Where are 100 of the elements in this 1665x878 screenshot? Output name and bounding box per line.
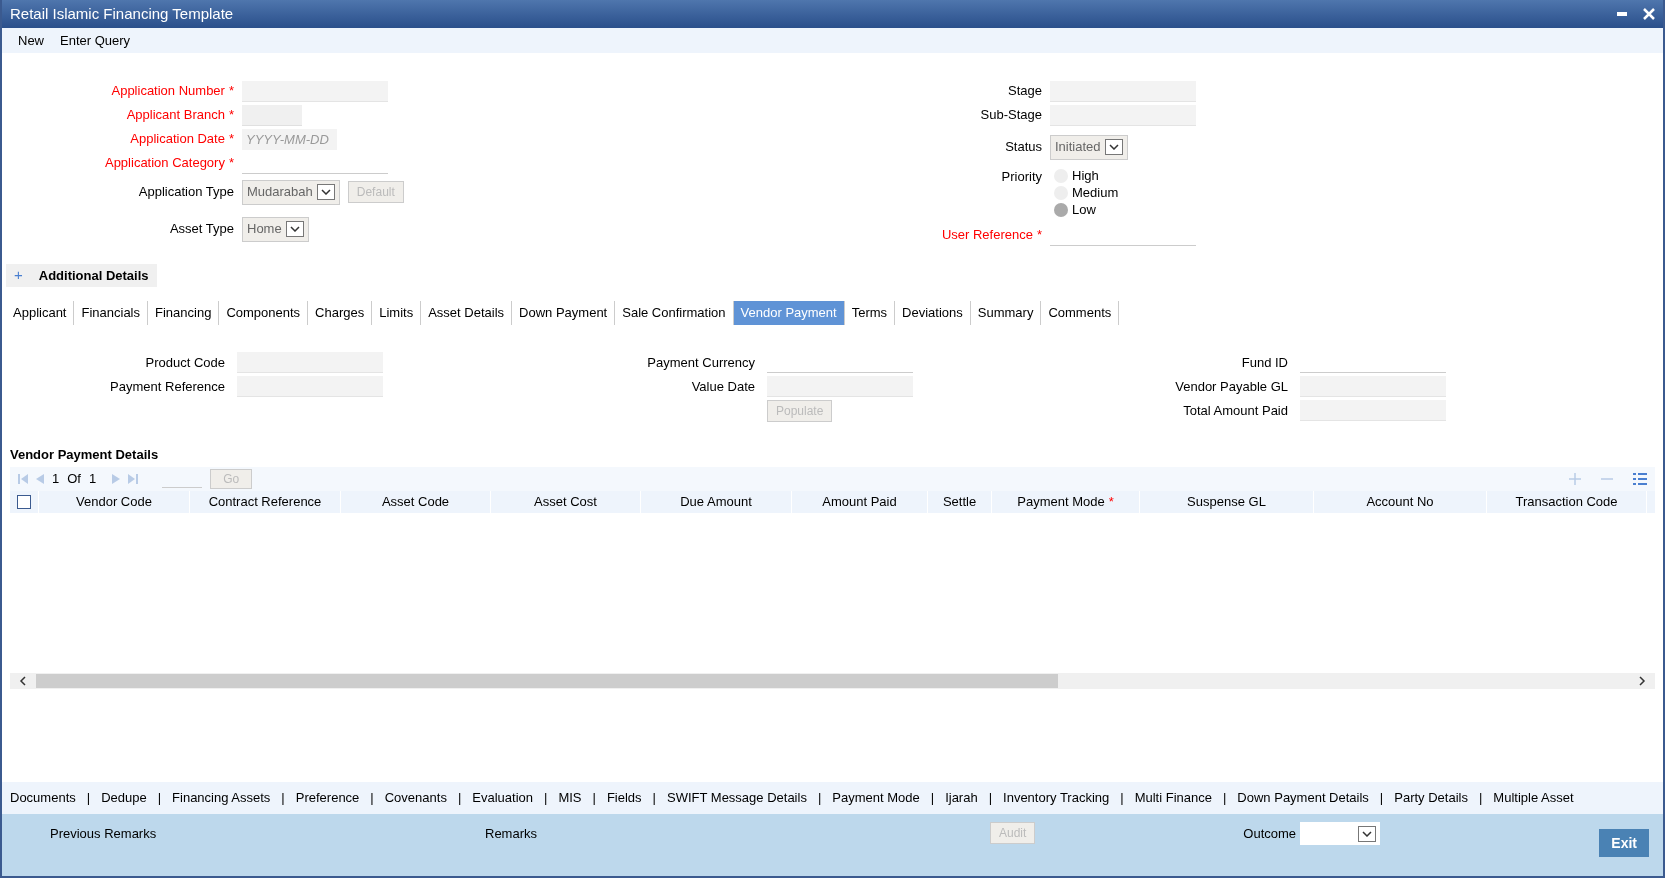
dropdown-caret-icon[interactable]: [1104, 139, 1123, 155]
column-header: Contract Reference: [208, 492, 322, 511]
required-mark: *: [228, 154, 234, 173]
footer-link[interactable]: Covenants: [384, 788, 447, 808]
footer-link[interactable]: Multiple Asset: [1493, 788, 1574, 808]
outcome-label: Outcome: [1243, 825, 1297, 843]
footer-link[interactable]: Party Details: [1394, 788, 1468, 808]
required-mark: *: [1108, 492, 1114, 511]
additional-details-toggle[interactable]: + Additional Details: [6, 264, 157, 287]
radio-button[interactable]: [1054, 202, 1068, 217]
input-field[interactable]: [237, 376, 383, 397]
required-mark: *: [228, 82, 234, 101]
tab[interactable]: Applicant: [6, 301, 75, 325]
tab[interactable]: Comments: [1041, 301, 1120, 325]
link-separator: |: [817, 789, 822, 808]
field-label: Sub-Stage: [980, 106, 1042, 125]
scroll-left-icon[interactable]: [18, 675, 28, 686]
tab[interactable]: Down Payment: [512, 301, 616, 325]
dropdown-field[interactable]: Initiated: [1050, 134, 1128, 160]
link-separator: |: [1478, 789, 1483, 808]
column-header: Suspense GL: [1187, 492, 1266, 511]
link-separator: |: [1379, 789, 1384, 808]
section-title: Vendor Payment Details: [10, 446, 160, 464]
dropdown-field[interactable]: Home: [242, 216, 309, 242]
input-field[interactable]: [237, 352, 383, 373]
input-field[interactable]: [242, 104, 302, 126]
link-separator: |: [281, 789, 285, 808]
tab[interactable]: Charges: [308, 301, 373, 325]
footer-link[interactable]: Fields: [606, 788, 642, 808]
footer-link[interactable]: Down Payment Details: [1237, 788, 1369, 808]
footer-link[interactable]: MIS: [558, 788, 582, 808]
menu-item[interactable]: Enter Query: [52, 30, 139, 51]
previous-page-icon[interactable]: [36, 473, 44, 484]
field-label: Status: [1005, 138, 1042, 157]
minimize-icon[interactable]: [1617, 12, 1627, 16]
menu-item[interactable]: New: [10, 30, 52, 51]
footer-link[interactable]: Ijarah: [945, 788, 978, 808]
field-label: Application Type: [138, 183, 234, 202]
tab[interactable]: Summary: [970, 301, 1042, 325]
column-header: Settle: [942, 492, 977, 511]
link-separator: |: [1120, 789, 1124, 808]
input-field[interactable]: [767, 376, 913, 397]
footer-link[interactable]: Preference: [295, 788, 360, 808]
footer-link[interactable]: Documents: [10, 788, 76, 808]
field-label: Asset Type: [169, 220, 234, 239]
required-mark: *: [1036, 226, 1042, 245]
input-field[interactable]: [1050, 104, 1196, 126]
required-mark: *: [228, 106, 234, 125]
tab[interactable]: Terms: [844, 301, 896, 325]
tab[interactable]: Financing: [148, 301, 220, 325]
required-mark: *: [228, 130, 234, 149]
tab[interactable]: Financials: [74, 301, 148, 325]
list-view-icon[interactable]: [1633, 472, 1647, 485]
field-label: Priority: [1001, 168, 1042, 186]
link-separator: |: [930, 789, 935, 808]
link-separator: |: [652, 789, 656, 808]
remarks-label: Remarks: [485, 825, 538, 843]
column-header: Asset Code: [381, 492, 450, 511]
dropdown-caret-icon[interactable]: [285, 221, 304, 237]
field-label: Application Number: [111, 82, 225, 101]
input-field[interactable]: [242, 80, 388, 102]
tab[interactable]: Components: [219, 301, 309, 325]
dropdown-caret-icon[interactable]: [1358, 825, 1377, 842]
last-page-icon[interactable]: [128, 473, 139, 484]
tab[interactable]: Deviations: [895, 301, 971, 325]
column-header: Payment Mode: [1017, 492, 1105, 511]
field-label: Payment Reference: [109, 377, 226, 396]
column-header: Due Amount: [680, 492, 752, 511]
next-page-icon[interactable]: [112, 473, 121, 484]
footer-link[interactable]: Multi Finance: [1134, 788, 1212, 808]
horizontal-scrollbar[interactable]: [10, 672, 1655, 689]
tab[interactable]: Asset Details: [421, 301, 513, 325]
footer-link[interactable]: Dedupe: [101, 788, 147, 808]
footer-link[interactable]: Payment Mode: [832, 788, 920, 808]
footer-link[interactable]: Inventory Tracking: [1003, 788, 1110, 808]
link-separator: |: [157, 789, 162, 808]
outcome-dropdown[interactable]: [1300, 822, 1381, 845]
footer-link[interactable]: Financing Assets: [172, 788, 271, 808]
dropdown-caret-icon[interactable]: [316, 184, 335, 200]
field-label: Product Code: [144, 353, 226, 372]
tab[interactable]: Sale Confirmation: [615, 301, 734, 325]
close-icon[interactable]: [1643, 8, 1655, 20]
page-number: 1: [52, 469, 60, 488]
input-field[interactable]: [1300, 400, 1446, 421]
date-field[interactable]: YYYY-MM-DD: [242, 129, 337, 150]
exit-button[interactable]: Exit: [1599, 829, 1649, 857]
footer-link[interactable]: SWIFT Message Details: [667, 788, 807, 808]
previous-remarks-label: Previous Remarks: [50, 825, 158, 843]
footer-link[interactable]: Evaluation: [472, 788, 533, 808]
dropdown-field[interactable]: Mudarabah: [242, 179, 340, 205]
input-field[interactable]: [1300, 376, 1446, 397]
column-header: Vendor Code: [76, 492, 152, 511]
first-page-icon[interactable]: [18, 473, 28, 484]
field-label: Value Date: [690, 377, 756, 396]
add-row-icon[interactable]: [1569, 472, 1581, 485]
page-total: 1: [88, 469, 97, 488]
input-field[interactable]: [1050, 80, 1196, 102]
scroll-right-icon[interactable]: [1637, 675, 1647, 686]
select-all-checkbox[interactable]: [17, 494, 31, 509]
tab[interactable]: Limits: [372, 301, 422, 325]
